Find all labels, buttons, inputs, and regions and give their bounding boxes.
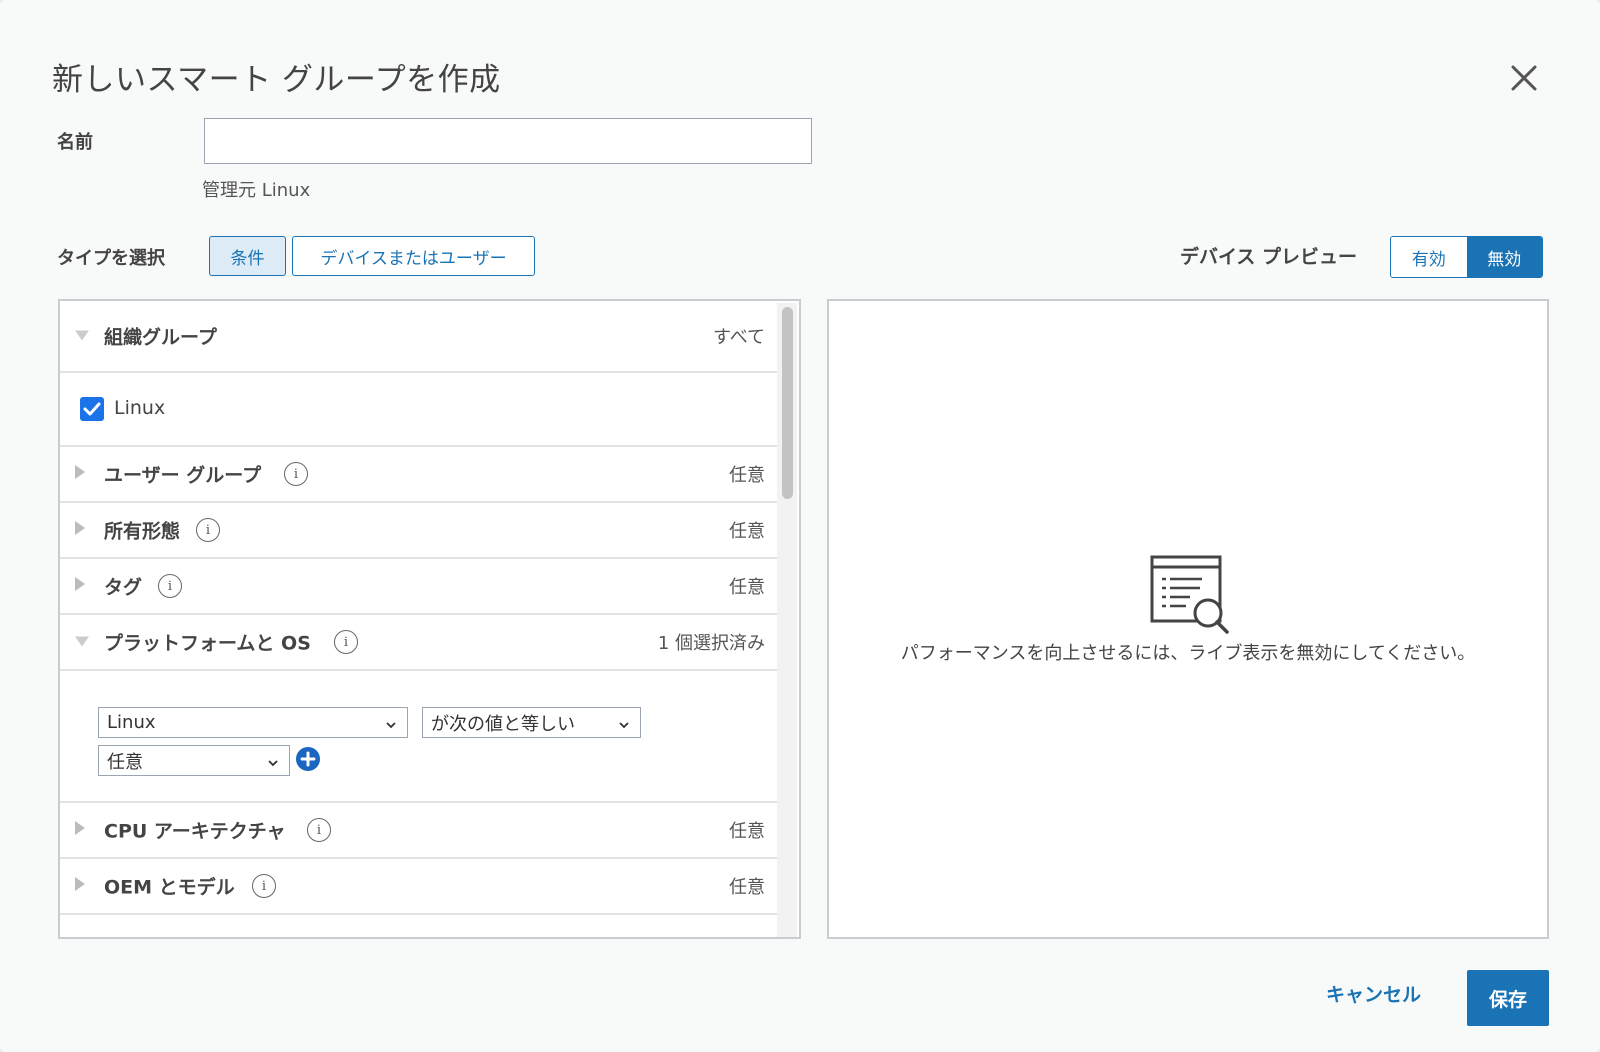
select-value: Linux <box>107 712 156 733</box>
device-preview-toggle: 有効 無効 <box>1390 236 1543 278</box>
expanded-arrow-icon <box>74 633 90 652</box>
collapsed-arrow-icon <box>74 876 86 896</box>
scrollbar-thumb[interactable] <box>782 307 793 499</box>
criteria-label: ユーザー グループ <box>104 464 262 487</box>
select-value: 任意 <box>107 751 143 773</box>
criteria-label: 所有形態 <box>104 520 181 543</box>
collapsed-arrow-icon <box>74 520 86 540</box>
preview-enable-button[interactable]: 有効 <box>1391 237 1467 277</box>
criteria-value: 任意 <box>729 877 765 898</box>
info-icon[interactable]: i <box>252 874 276 898</box>
smart-group-dialog: 新しいスマート グループを作成 名前 管理元 Linux タイプを選択 条件 デ… <box>0 0 1600 1052</box>
add-criteria-icon[interactable] <box>296 747 320 771</box>
info-icon[interactable]: i <box>196 518 220 542</box>
preview-message: パフォーマンスを向上させるには、ライブ表示を無効にしてください。 <box>900 643 1476 664</box>
managed-by-text: 管理元 Linux <box>202 180 311 201</box>
dialog-title: 新しいスマート グループを作成 <box>52 62 501 98</box>
save-button[interactable]: 保存 <box>1467 970 1549 1026</box>
criteria-row-org-group[interactable]: 組織グループ すべて <box>60 301 777 373</box>
platform-select[interactable]: Linux <box>98 707 408 738</box>
criteria-label: CPU アーキテクチャ <box>104 820 286 843</box>
info-icon[interactable]: i <box>284 462 308 486</box>
name-input[interactable] <box>204 118 812 164</box>
device-preview-label: デバイス プレビュー <box>1180 246 1358 268</box>
criteria-value: 任意 <box>729 821 765 842</box>
info-icon[interactable]: i <box>334 630 358 654</box>
type-criteria-button[interactable]: 条件 <box>209 236 286 276</box>
criteria-row-user-group[interactable]: ユーザー グループ i 任意 <box>60 447 777 503</box>
org-group-options: Linux <box>60 373 777 447</box>
info-icon[interactable]: i <box>307 818 331 842</box>
criteria-row-ownership[interactable]: 所有形態 i 任意 <box>60 503 777 559</box>
version-select[interactable]: 任意 <box>98 745 290 776</box>
criteria-label: 組織グループ <box>104 326 217 349</box>
type-select-label: タイプを選択 <box>57 248 165 269</box>
criteria-label: タグ <box>104 576 143 599</box>
name-label: 名前 <box>57 132 93 153</box>
operator-select[interactable]: が次の値と等しい <box>422 707 641 738</box>
device-preview-panel: パフォーマンスを向上させるには、ライブ表示を無効にしてください。 <box>827 299 1549 939</box>
type-device-or-user-button[interactable]: デバイスまたはユーザー <box>292 236 535 276</box>
linux-checkbox[interactable] <box>80 397 104 421</box>
criteria-value: 1 個選択済み <box>657 633 765 654</box>
criteria-panel: 組織グループ すべて Linux ユーザー グループ i 任意 所有形態 i 任… <box>58 299 801 939</box>
chevron-down-icon <box>385 715 397 736</box>
criteria-row-cpu[interactable]: CPU アーキテクチャ i 任意 <box>60 803 777 859</box>
collapsed-arrow-icon <box>74 820 86 840</box>
criteria-label: プラットフォームと OS <box>104 632 311 655</box>
list-search-icon <box>1150 555 1230 639</box>
preview-disable-button[interactable]: 無効 <box>1466 237 1542 277</box>
criteria-scrollbar[interactable] <box>777 303 797 937</box>
check-icon <box>83 402 101 416</box>
collapsed-arrow-icon <box>74 576 86 596</box>
platform-os-options: Linux が次の値と等しい 任意 <box>60 671 777 803</box>
close-icon[interactable] <box>1504 58 1544 98</box>
expanded-arrow-icon <box>74 327 90 346</box>
select-value: が次の値と等しい <box>431 713 575 735</box>
checkbox-label: Linux <box>114 397 166 419</box>
criteria-value: 任意 <box>729 577 765 598</box>
criteria-value: 任意 <box>729 465 765 486</box>
criteria-row-tag[interactable]: タグ i 任意 <box>60 559 777 615</box>
criteria-value: すべて <box>712 327 765 348</box>
criteria-row-platform-os[interactable]: プラットフォームと OS i 1 個選択済み <box>60 615 777 671</box>
criteria-value: 任意 <box>729 521 765 542</box>
cancel-button[interactable]: キャンセル <box>1326 980 1421 1007</box>
criteria-row-oem-model[interactable]: OEM とモデル i 任意 <box>60 859 777 915</box>
chevron-down-icon <box>618 715 630 736</box>
info-icon[interactable]: i <box>158 574 182 598</box>
criteria-label: OEM とモデル <box>104 876 235 899</box>
chevron-down-icon <box>267 753 279 774</box>
criteria-row-cut-off[interactable] <box>60 915 777 937</box>
collapsed-arrow-icon <box>74 464 86 484</box>
